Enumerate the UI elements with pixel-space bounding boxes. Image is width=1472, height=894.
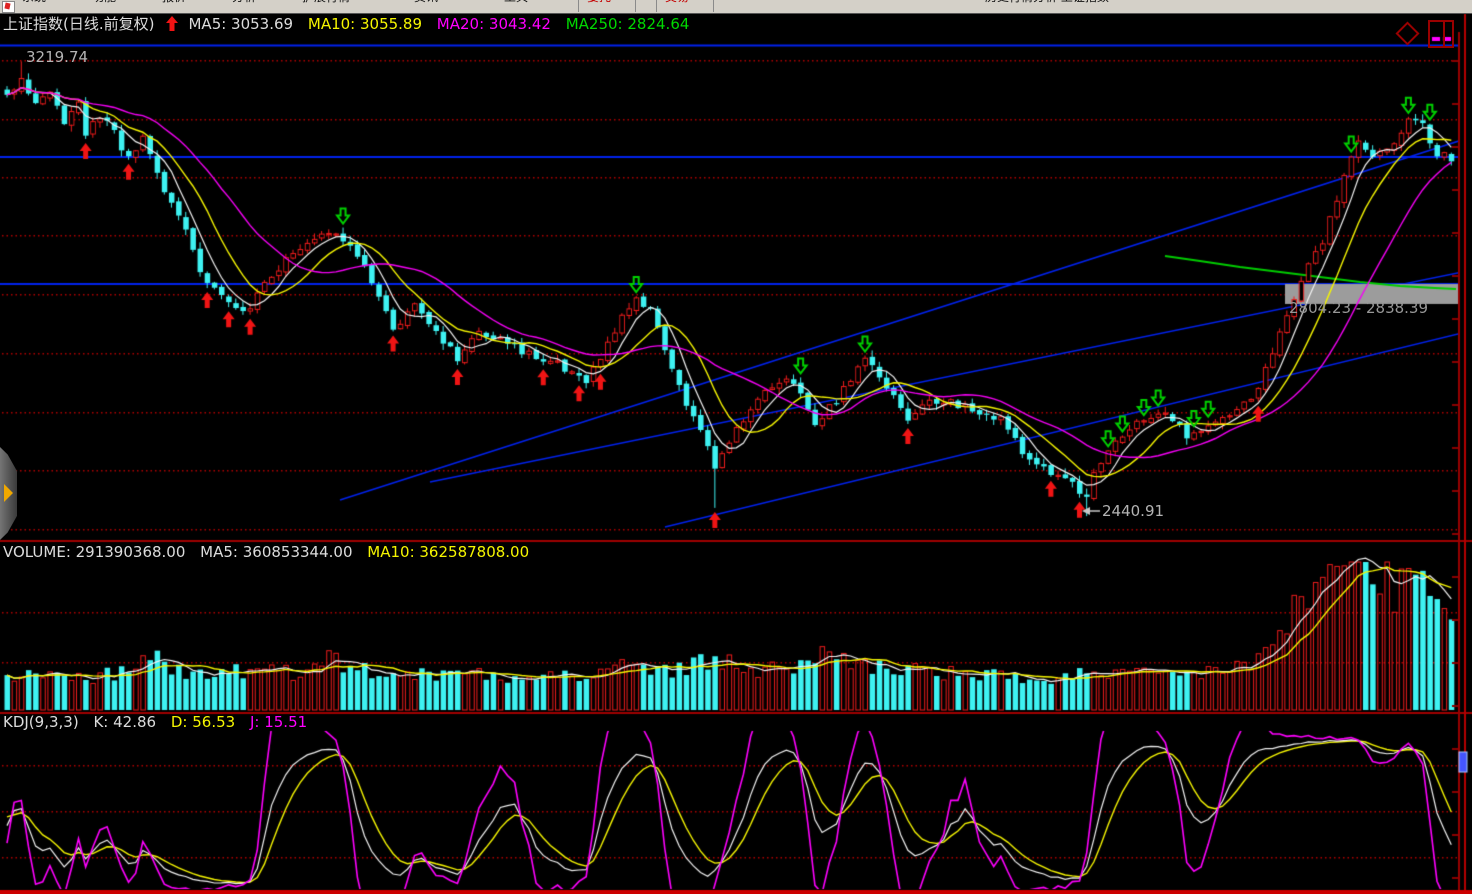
expand-triangle-icon: [4, 484, 13, 502]
menu-button-trade[interactable]: 交易: [656, 0, 714, 12]
volume-value: VOLUME: 291390368.00: [3, 543, 185, 561]
panel-layout-icon[interactable]: [1428, 20, 1454, 48]
menu-item-tools[interactable]: 工具: [504, 0, 528, 5]
menu-item-quotes[interactable]: 报价: [162, 0, 186, 5]
volume-pane-header: VOLUME: 291390368.00 MA5: 360853344.00 M…: [3, 543, 539, 561]
menu-button-trade-entrust[interactable]: 委托: [578, 0, 636, 12]
chart-canvas[interactable]: [0, 0, 1472, 894]
menu-item-analysis[interactable]: 分析: [232, 0, 256, 5]
low-price-label: 2440.91: [1102, 502, 1164, 520]
ma20-value: MA20: 3043.42: [437, 15, 551, 33]
up-arrow-icon: [166, 16, 178, 35]
menu-item-extended[interactable]: 扩展行情: [302, 0, 350, 5]
kdj-d-value: D: 56.53: [171, 713, 235, 731]
main-chart-header: 上证指数(日线.前复权) MA5: 3053.69 MA10: 3055.89 M…: [3, 13, 699, 35]
gap-range-label: 2804.23 - 2838.39: [1289, 299, 1428, 317]
menubar-title: 历史行情分析 上证指数: [985, 0, 1109, 5]
kdj-j-value: J: 15.51: [250, 713, 307, 731]
volume-ma5-value: MA5: 360853344.00: [200, 543, 352, 561]
app-icon: [2, 1, 15, 13]
menu-item-function[interactable]: 功能: [92, 0, 116, 5]
ma5-value: MA5: 3053.69: [188, 15, 293, 33]
symbol-title: 上证指数(日线.前复权): [3, 15, 154, 33]
volume-ma10-value: MA10: 362587808.00: [367, 543, 529, 561]
peak-price-label: 3219.74: [26, 48, 88, 66]
menu-item-system[interactable]: 系统: [22, 0, 46, 5]
trading-app-window: 系统 功能 报价 分析 扩展行情 资讯 工具 委托 交易 历史行情分析 上证指数…: [0, 0, 1472, 894]
menubar: 系统 功能 报价 分析 扩展行情 资讯 工具 委托 交易 历史行情分析 上证指数: [0, 0, 1472, 14]
ma250-value: MA250: 2824.64: [566, 15, 690, 33]
kdj-k-value: K: 42.86: [93, 713, 156, 731]
menu-item-news[interactable]: 资讯: [414, 0, 438, 5]
ma10-value: MA10: 3055.89: [308, 15, 422, 33]
kdj-name: KDJ(9,3,3): [3, 713, 79, 731]
kdj-pane-header: KDJ(9,3,3) K: 42.86 D: 56.53 J: 15.51: [3, 713, 317, 731]
